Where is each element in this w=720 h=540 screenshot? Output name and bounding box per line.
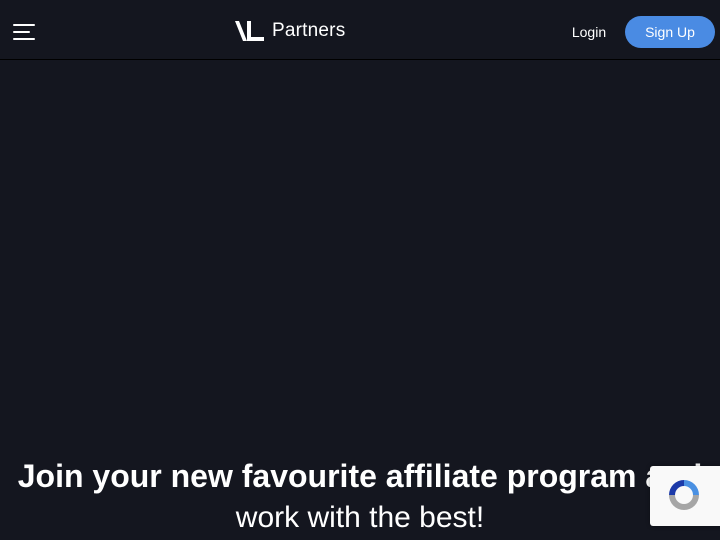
vl-logo-mark-icon: [235, 21, 264, 41]
hamburger-menu-icon[interactable]: [10, 19, 38, 45]
hero-title: Join your new favourite affiliate progra…: [0, 456, 720, 538]
logo-text: Partners: [272, 20, 346, 41]
login-link[interactable]: Login: [566, 22, 612, 42]
recaptcha-icon: [669, 480, 699, 510]
hero-title-line1: Join your new favourite affiliate progra…: [17, 458, 703, 494]
hero-title-line2: work with the best!: [235, 501, 485, 534]
brand-logo[interactable]: Partners: [234, 16, 345, 46]
signup-button[interactable]: Sign Up: [625, 16, 715, 48]
recaptcha-badge[interactable]: [650, 466, 720, 526]
top-navbar: Partners Login Sign Up: [0, 0, 720, 60]
